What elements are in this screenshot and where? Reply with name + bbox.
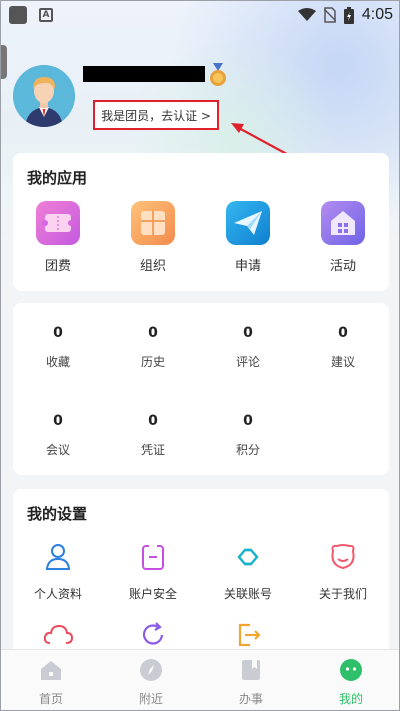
nav-home[interactable]: 首页 (1, 650, 101, 710)
book-icon (242, 660, 260, 680)
logout-icon (238, 623, 261, 647)
refresh-icon (142, 622, 164, 645)
home-grid-icon (321, 201, 365, 245)
mine-icon (340, 659, 362, 681)
setting-profile[interactable]: 个人资料 (13, 541, 103, 602)
app-shenqing-label: 申请 (234, 259, 261, 274)
stat-vouchers-count: 0 (148, 413, 158, 429)
stat-meetings-label: 会议 (45, 443, 70, 457)
org-icon (131, 201, 175, 245)
stat-history[interactable]: 0 历史 (113, 325, 193, 370)
nav-mine-label: 我的 (338, 692, 363, 706)
stat-comments[interactable]: 0 评论 (208, 325, 288, 370)
stat-history-count: 0 (148, 325, 158, 341)
app-shenqing[interactable]: 申请 (218, 201, 278, 274)
stat-suggestions[interactable]: 0 建议 (303, 325, 383, 370)
status-bar: A 4:05 (1, 1, 399, 29)
link-icon (237, 548, 259, 566)
screen: A 4:05 我是团员，去认证 > 我的应用 团费 组织 申请 活动 0 收藏 … (0, 0, 400, 711)
person-icon (45, 544, 71, 570)
stats-card: 0 收藏 0 历史 0 评论 0 建议 0 会议 0 凭证 0 积分 (13, 303, 389, 475)
cloud-icon (43, 624, 74, 644)
stat-comments-label: 评论 (235, 355, 260, 369)
app-tuanfei[interactable]: 团费 (28, 201, 88, 274)
stat-favorites-label: 收藏 (45, 355, 70, 369)
user-avatar-icon (13, 65, 75, 127)
stat-points[interactable]: 0 积分 (208, 413, 288, 458)
nav-nearby[interactable]: 附近 (101, 650, 201, 710)
compass-icon (140, 659, 162, 681)
stat-comments-count: 0 (243, 325, 253, 341)
stat-suggestions-label: 建议 (330, 355, 355, 369)
smile-icon (331, 544, 355, 570)
username-redacted (83, 66, 205, 82)
nav-mine[interactable]: 我的 (301, 650, 399, 710)
stat-favorites-count: 0 (53, 325, 63, 341)
nav-home-label: 首页 (38, 692, 63, 706)
stat-meetings-count: 0 (53, 413, 63, 429)
setting-linked-accounts-label: 关联账号 (223, 587, 272, 601)
setting-about-us-label: 关于我们 (318, 587, 367, 601)
wifi-icon (297, 8, 316, 21)
my-settings-card: 我的设置 个人资料 账户安全 关联账号 关于我们 (13, 489, 389, 659)
setting-profile-label: 个人资料 (33, 587, 82, 601)
app-zuzhi[interactable]: 组织 (123, 201, 183, 274)
send-icon (226, 201, 270, 245)
a-icon: A (39, 8, 53, 22)
my-apps-title: 我的应用 (27, 169, 88, 187)
app-icon (9, 6, 27, 24)
stat-meetings[interactable]: 0 会议 (18, 413, 98, 458)
nav-services-label: 办事 (238, 692, 263, 706)
verify-member-button[interactable]: 我是团员，去认证 > (93, 100, 219, 130)
setting-account-security-label: 账户安全 (128, 587, 177, 601)
stat-vouchers[interactable]: 0 凭证 (113, 413, 193, 458)
account-security-icon (142, 544, 164, 570)
avatar[interactable] (13, 65, 75, 127)
no-sim-icon (323, 7, 336, 23)
stat-favorites[interactable]: 0 收藏 (18, 325, 98, 370)
my-settings-title: 我的设置 (27, 505, 88, 523)
stat-vouchers-label: 凭证 (140, 443, 165, 457)
app-huodong[interactable]: 活动 (313, 201, 373, 274)
app-tuanfei-label: 团费 (44, 259, 71, 274)
setting-linked-accounts[interactable]: 关联账号 (203, 541, 293, 602)
setting-account-security[interactable]: 账户安全 (108, 541, 198, 602)
bottom-nav: 首页 附近 办事 我的 (1, 649, 399, 710)
my-apps-card: 我的应用 团费 组织 申请 活动 (13, 153, 389, 291)
nav-services[interactable]: 办事 (201, 650, 301, 710)
ticket-icon (36, 201, 80, 245)
stat-points-label: 积分 (235, 443, 260, 457)
home-icon (41, 661, 61, 680)
stat-history-label: 历史 (140, 355, 165, 369)
stat-suggestions-count: 0 (338, 325, 348, 341)
setting-about-us[interactable]: 关于我们 (298, 541, 388, 602)
side-tab[interactable] (1, 45, 7, 79)
app-huodong-label: 活动 (329, 259, 356, 274)
app-zuzhi-label: 组织 (139, 259, 166, 274)
status-time: 4:05 (361, 6, 393, 23)
battery-icon (343, 6, 354, 24)
stat-points-count: 0 (243, 413, 253, 429)
medal-icon (210, 63, 226, 86)
nav-nearby-label: 附近 (138, 692, 163, 706)
